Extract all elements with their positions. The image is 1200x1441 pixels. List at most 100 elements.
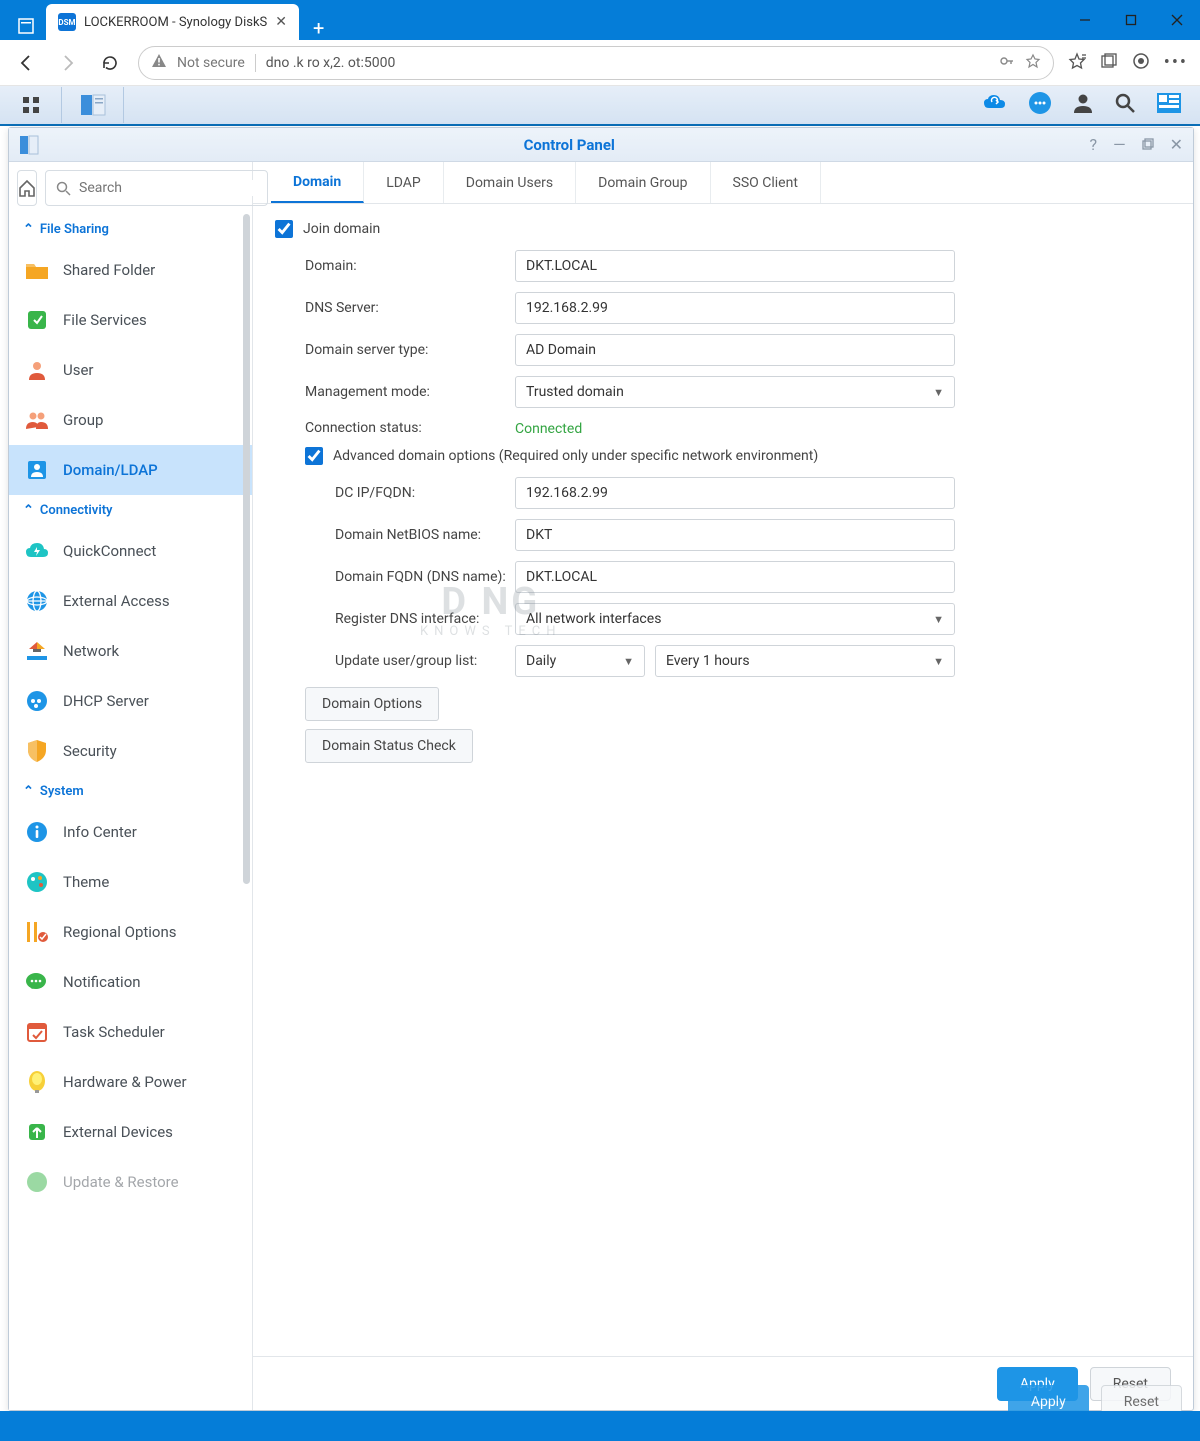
sidebar-item-domain-ldap[interactable]: Domain/LDAP	[9, 445, 252, 495]
sidebar-item-external-devices[interactable]: External Devices	[9, 1107, 252, 1157]
sidebar-item-label: External Devices	[63, 1123, 173, 1141]
dsm-taskbar	[0, 86, 1200, 126]
domain-status-check-button[interactable]: Domain Status Check	[305, 729, 473, 763]
tab-domain[interactable]: Domain	[271, 162, 364, 203]
maximize-button[interactable]	[1108, 0, 1154, 40]
win-maximize-icon[interactable]	[1142, 135, 1154, 154]
theme-icon	[25, 870, 49, 894]
regional-icon	[25, 920, 49, 944]
sidebar-item-user[interactable]: User	[9, 345, 252, 395]
server-type-input[interactable]	[515, 334, 955, 366]
key-icon[interactable]	[999, 53, 1015, 73]
sidebar-item-quickconnect[interactable]: QuickConnect	[9, 526, 252, 576]
extension-icon[interactable]	[1132, 52, 1150, 74]
sidebar-item-external-access[interactable]: External Access	[9, 576, 252, 626]
tab-domain-users[interactable]: Domain Users	[444, 162, 576, 203]
dns-label: DNS Server:	[305, 300, 515, 316]
tab-ldap[interactable]: LDAP	[364, 162, 444, 203]
update-frequency-select[interactable]: Daily▼	[515, 645, 645, 677]
search-icon[interactable]	[1114, 92, 1136, 118]
chat-icon[interactable]	[1028, 91, 1052, 119]
control-panel-task[interactable]	[62, 87, 124, 123]
win-close-icon[interactable]: ✕	[1170, 135, 1183, 154]
shield-icon	[25, 739, 49, 763]
tab-list-icon[interactable]	[12, 12, 40, 40]
widgets-icon[interactable]	[1156, 92, 1182, 118]
chevron-down-icon: ▼	[623, 655, 634, 668]
join-domain-checkbox[interactable]	[275, 220, 293, 238]
tab-domain-group[interactable]: Domain Group	[576, 162, 710, 203]
sidebar-item-file-services[interactable]: File Services	[9, 295, 252, 345]
sidebar-item-label: Hardware & Power	[63, 1073, 187, 1091]
services-icon	[25, 308, 49, 332]
collections-icon[interactable]	[1100, 52, 1118, 74]
dns-input[interactable]	[515, 292, 955, 324]
back-button[interactable]	[12, 49, 40, 77]
netbios-input[interactable]	[515, 519, 955, 551]
browser-titlebar: DSM LOCKERROOM - Synology DiskS ✕ +	[0, 0, 1200, 40]
window-icon	[19, 135, 39, 155]
dc-input[interactable]	[515, 477, 955, 509]
close-button[interactable]	[1154, 0, 1200, 40]
minimize-button[interactable]	[1062, 0, 1108, 40]
favorite-icon[interactable]	[1025, 53, 1041, 73]
chevron-up-icon: ⌃	[23, 222, 34, 237]
section-file-sharing[interactable]: ⌃File Sharing	[9, 214, 252, 245]
section-connectivity[interactable]: ⌃Connectivity	[9, 495, 252, 526]
mgmt-select[interactable]: Trusted domain▼	[515, 376, 955, 408]
domain-options-button[interactable]: Domain Options	[305, 687, 439, 721]
sidebar-item-task-scheduler[interactable]: Task Scheduler	[9, 1007, 252, 1057]
domain-icon	[25, 458, 49, 482]
sidebar-scrollbar[interactable]	[243, 214, 250, 1124]
sidebar-item-theme[interactable]: Theme	[9, 857, 252, 907]
new-tab-button[interactable]: +	[299, 16, 338, 40]
window-titlebar: Control Panel ? — ✕	[9, 128, 1193, 162]
security-label: Not secure	[177, 55, 245, 71]
control-panel-window: Control Panel ? — ✕ ⌃File Sharing Shared…	[8, 127, 1194, 1411]
reload-button[interactable]	[96, 49, 124, 77]
cloud-sync-icon[interactable]	[982, 92, 1008, 118]
help-icon[interactable]: ?	[1090, 135, 1098, 154]
browser-tab[interactable]: DSM LOCKERROOM - Synology DiskS ✕	[46, 4, 299, 40]
sidebar-item-label: Info Center	[63, 823, 137, 841]
sidebar: ⌃File Sharing Shared Folder File Service…	[9, 162, 253, 1410]
home-button[interactable]	[17, 170, 37, 206]
section-system[interactable]: ⌃System	[9, 776, 252, 807]
url-text: dno .k ro x,2. ot:5000	[266, 55, 396, 71]
sidebar-item-network[interactable]: Network	[9, 626, 252, 676]
tab-sso-client[interactable]: SSO Client	[711, 162, 821, 203]
sidebar-item-dhcp-server[interactable]: DHCP Server	[9, 676, 252, 726]
sidebar-item-notification[interactable]: Notification	[9, 957, 252, 1007]
advanced-options-label: Advanced domain options (Required only u…	[333, 448, 818, 464]
sidebar-item-label: External Access	[63, 592, 170, 610]
address-bar[interactable]: Not secure dno .k ro x,2. ot:5000	[138, 46, 1054, 80]
sidebar-item-label: Domain/LDAP	[63, 461, 158, 479]
sidebar-item-update-restore[interactable]: Update & Restore	[9, 1157, 252, 1207]
sidebar-item-shared-folder[interactable]: Shared Folder	[9, 245, 252, 295]
external-devices-icon	[25, 1120, 49, 1144]
window-controls	[1062, 0, 1200, 40]
more-icon[interactable]: •••	[1164, 52, 1188, 73]
user-icon[interactable]	[1072, 92, 1094, 118]
sidebar-item-label: Update & Restore	[63, 1173, 179, 1191]
sidebar-item-info-center[interactable]: Info Center	[9, 807, 252, 857]
win-minimize-icon[interactable]: —	[1113, 135, 1126, 154]
search-field[interactable]	[79, 180, 257, 196]
advanced-options-checkbox[interactable]	[305, 447, 323, 465]
apps-button[interactable]	[0, 87, 62, 123]
domain-input[interactable]	[515, 250, 955, 282]
dns-iface-select[interactable]: All network interfaces▼	[515, 603, 955, 635]
sidebar-item-hardware-power[interactable]: Hardware & Power	[9, 1057, 252, 1107]
update-interval-select[interactable]: Every 1 hours▼	[655, 645, 955, 677]
search-input[interactable]	[45, 170, 268, 206]
forward-button[interactable]	[54, 49, 82, 77]
sidebar-item-group[interactable]: Group	[9, 395, 252, 445]
favorites-icon[interactable]	[1068, 52, 1086, 74]
sidebar-item-regional-options[interactable]: Regional Options	[9, 907, 252, 957]
fqdn-input[interactable]	[515, 561, 955, 593]
sidebar-item-security[interactable]: Security	[9, 726, 252, 776]
fqdn-label: Domain FQDN (DNS name):	[335, 569, 515, 585]
sidebar-item-label: QuickConnect	[63, 542, 156, 560]
chevron-down-icon: ▼	[933, 386, 944, 399]
tab-close-icon[interactable]: ✕	[275, 14, 287, 30]
